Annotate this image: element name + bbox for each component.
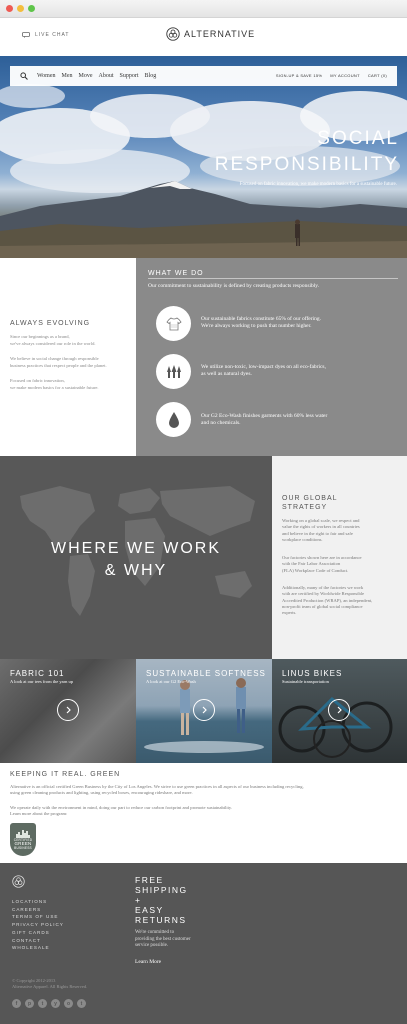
cart-link[interactable]: CART (0) bbox=[368, 73, 387, 78]
always-evolving-p1: Since our beginnings as a brand, we've a… bbox=[10, 334, 96, 346]
nav-links: Women Men Move About Support Blog bbox=[37, 73, 156, 79]
hero-banner: SOCIAL RESPONSIBILITY Focused on fabric … bbox=[0, 56, 407, 258]
keeping-it-real-title: KEEPING IT REAL. GREEN bbox=[10, 771, 121, 778]
tshirt-icon bbox=[156, 306, 191, 341]
always-evolving-section: ALWAYS EVOLVING Since our beginnings as … bbox=[0, 258, 136, 456]
chevron-right-icon[interactable] bbox=[57, 699, 79, 721]
maximize-window-button[interactable] bbox=[28, 5, 35, 12]
keeping-it-real-p2: We operate daily with the environment in… bbox=[10, 805, 400, 818]
nav-link-support[interactable]: Support bbox=[120, 73, 139, 79]
learn-more-program-link[interactable]: Learn more about the program: bbox=[10, 811, 400, 817]
what-we-do-title: WHAT WE DO bbox=[148, 270, 204, 277]
chat-icon bbox=[22, 32, 30, 38]
global-strategy-section: OUR GLOBAL STRATEGY Working on a global … bbox=[272, 456, 407, 659]
footer-link-locations[interactable]: LOCATIONS bbox=[12, 898, 64, 906]
footer-logo-icon[interactable] bbox=[12, 875, 25, 888]
keeping-it-real-p1: Alternative is an official certified Gre… bbox=[10, 784, 304, 796]
top-bar: LIVE CHAT ALTERNATIVE bbox=[0, 18, 407, 56]
twitter-icon[interactable]: t bbox=[38, 999, 47, 1008]
footer-link-terms[interactable]: TERMS OF USE bbox=[12, 913, 64, 921]
footer-link-gift-cards[interactable]: GIFT CARDS bbox=[12, 929, 64, 937]
footer: LOCATIONS CAREERS TERMS OF USE PRIVACY P… bbox=[0, 863, 407, 1024]
tile-sustainable-softness[interactable]: SUSTAINABLE SOFTNESS A look at our G2 Ec… bbox=[136, 659, 272, 763]
always-evolving-p3: Focused on fabric innovation, we make mo… bbox=[10, 378, 99, 390]
tumblr-icon[interactable]: t bbox=[77, 999, 86, 1008]
copyright: © Copyright 2012-2013 Alternative Appare… bbox=[12, 978, 88, 989]
global-strategy-title: OUR GLOBAL STRATEGY bbox=[282, 495, 338, 511]
footer-link-wholesale[interactable]: WHOLESALE bbox=[12, 944, 64, 952]
footer-link-privacy[interactable]: PRIVACY POLICY bbox=[12, 921, 64, 929]
instagram-icon[interactable]: o bbox=[64, 999, 73, 1008]
city-skyline-icon bbox=[16, 829, 30, 838]
hero-subtitle: Focused on fabric innovation, we make mo… bbox=[239, 182, 397, 187]
footer-link-contact[interactable]: CONTACT bbox=[12, 937, 64, 945]
learn-more-link[interactable]: Learn More bbox=[135, 959, 161, 965]
nav-link-blog[interactable]: Blog bbox=[145, 73, 157, 79]
main-navigation: Women Men Move About Support Blog SIGN-U… bbox=[10, 66, 397, 86]
shipping-heading: FREE SHIPPING + EASY RETURNS bbox=[135, 875, 188, 925]
what-we-do-item-2: We utilize non-toxic, low-impact dyes on… bbox=[201, 364, 326, 377]
global-strategy-p2: Our factories shown here are in accordan… bbox=[282, 555, 362, 573]
what-we-do-section: WHAT WE DO Our commitment to sustainabil… bbox=[136, 258, 407, 456]
account-links: SIGN-UP & SAVE 15% MY ACCOUNT CART (0) bbox=[276, 73, 387, 78]
green-business-badge[interactable]: CERTIFIED GREEN BUSINESS bbox=[10, 823, 36, 856]
always-evolving-p2: We believe in social change through resp… bbox=[10, 356, 107, 368]
logo-text: ALTERNATIVE bbox=[184, 29, 256, 39]
logo-mark-icon bbox=[166, 27, 180, 41]
trees-icon bbox=[156, 354, 191, 389]
where-we-work-title: WHERE WE WORK & WHY bbox=[51, 540, 221, 579]
pinterest-icon[interactable]: p bbox=[25, 999, 34, 1008]
shipping-text: We're committed to providing the best cu… bbox=[135, 930, 191, 948]
nav-link-men[interactable]: Men bbox=[62, 73, 73, 79]
live-chat-link[interactable]: LIVE CHAT bbox=[22, 32, 69, 38]
what-we-do-item-3: Our G2 Eco-Wash finishes garments with 6… bbox=[201, 413, 328, 426]
tile-linus-bikes[interactable]: LINUS BIKES Sustainable transportation bbox=[272, 659, 407, 763]
what-we-do-item-1: Our sustainable fabrics constitute 65% o… bbox=[201, 316, 321, 329]
minimize-window-button[interactable] bbox=[17, 5, 24, 12]
footer-link-careers[interactable]: CAREERS bbox=[12, 906, 64, 914]
tile-fabric-101[interactable]: FABRIC 101 A look at our tees from the y… bbox=[0, 659, 136, 763]
youtube-icon[interactable]: y bbox=[51, 999, 60, 1008]
global-strategy-p1: Working on a global scale, we respect an… bbox=[282, 518, 360, 542]
where-we-work-section: WHERE WE WORK & WHY bbox=[0, 456, 272, 659]
global-strategy-p3: Additionally, many of the factories we w… bbox=[282, 585, 373, 616]
water-drop-icon bbox=[156, 402, 191, 437]
page: LIVE CHAT ALTERNATIVE SOCIAL RESPONSIBIL… bbox=[0, 0, 407, 1024]
what-we-do-subtitle: Our commitment to sustainability is defi… bbox=[148, 283, 320, 289]
close-window-button[interactable] bbox=[6, 5, 13, 12]
chevron-right-icon[interactable] bbox=[193, 699, 215, 721]
chevron-right-icon[interactable] bbox=[328, 699, 350, 721]
search-icon[interactable] bbox=[20, 72, 28, 80]
signup-link[interactable]: SIGN-UP & SAVE 15% bbox=[276, 73, 322, 78]
divider bbox=[148, 278, 398, 279]
social-links: f p t y o t bbox=[12, 999, 86, 1008]
nav-link-women[interactable]: Women bbox=[37, 73, 56, 79]
nav-link-move[interactable]: Move bbox=[79, 73, 93, 79]
hero-title: SOCIAL RESPONSIBILITY bbox=[214, 128, 399, 175]
keeping-it-real-section: KEEPING IT REAL. GREEN Alternative is an… bbox=[0, 763, 407, 863]
nav-link-about[interactable]: About bbox=[99, 73, 114, 79]
facebook-icon[interactable]: f bbox=[12, 999, 21, 1008]
always-evolving-title: ALWAYS EVOLVING bbox=[10, 320, 91, 327]
brand-logo[interactable]: ALTERNATIVE bbox=[166, 27, 255, 41]
my-account-link[interactable]: MY ACCOUNT bbox=[330, 73, 360, 78]
browser-chrome bbox=[0, 0, 407, 18]
footer-links: LOCATIONS CAREERS TERMS OF USE PRIVACY P… bbox=[12, 898, 64, 952]
